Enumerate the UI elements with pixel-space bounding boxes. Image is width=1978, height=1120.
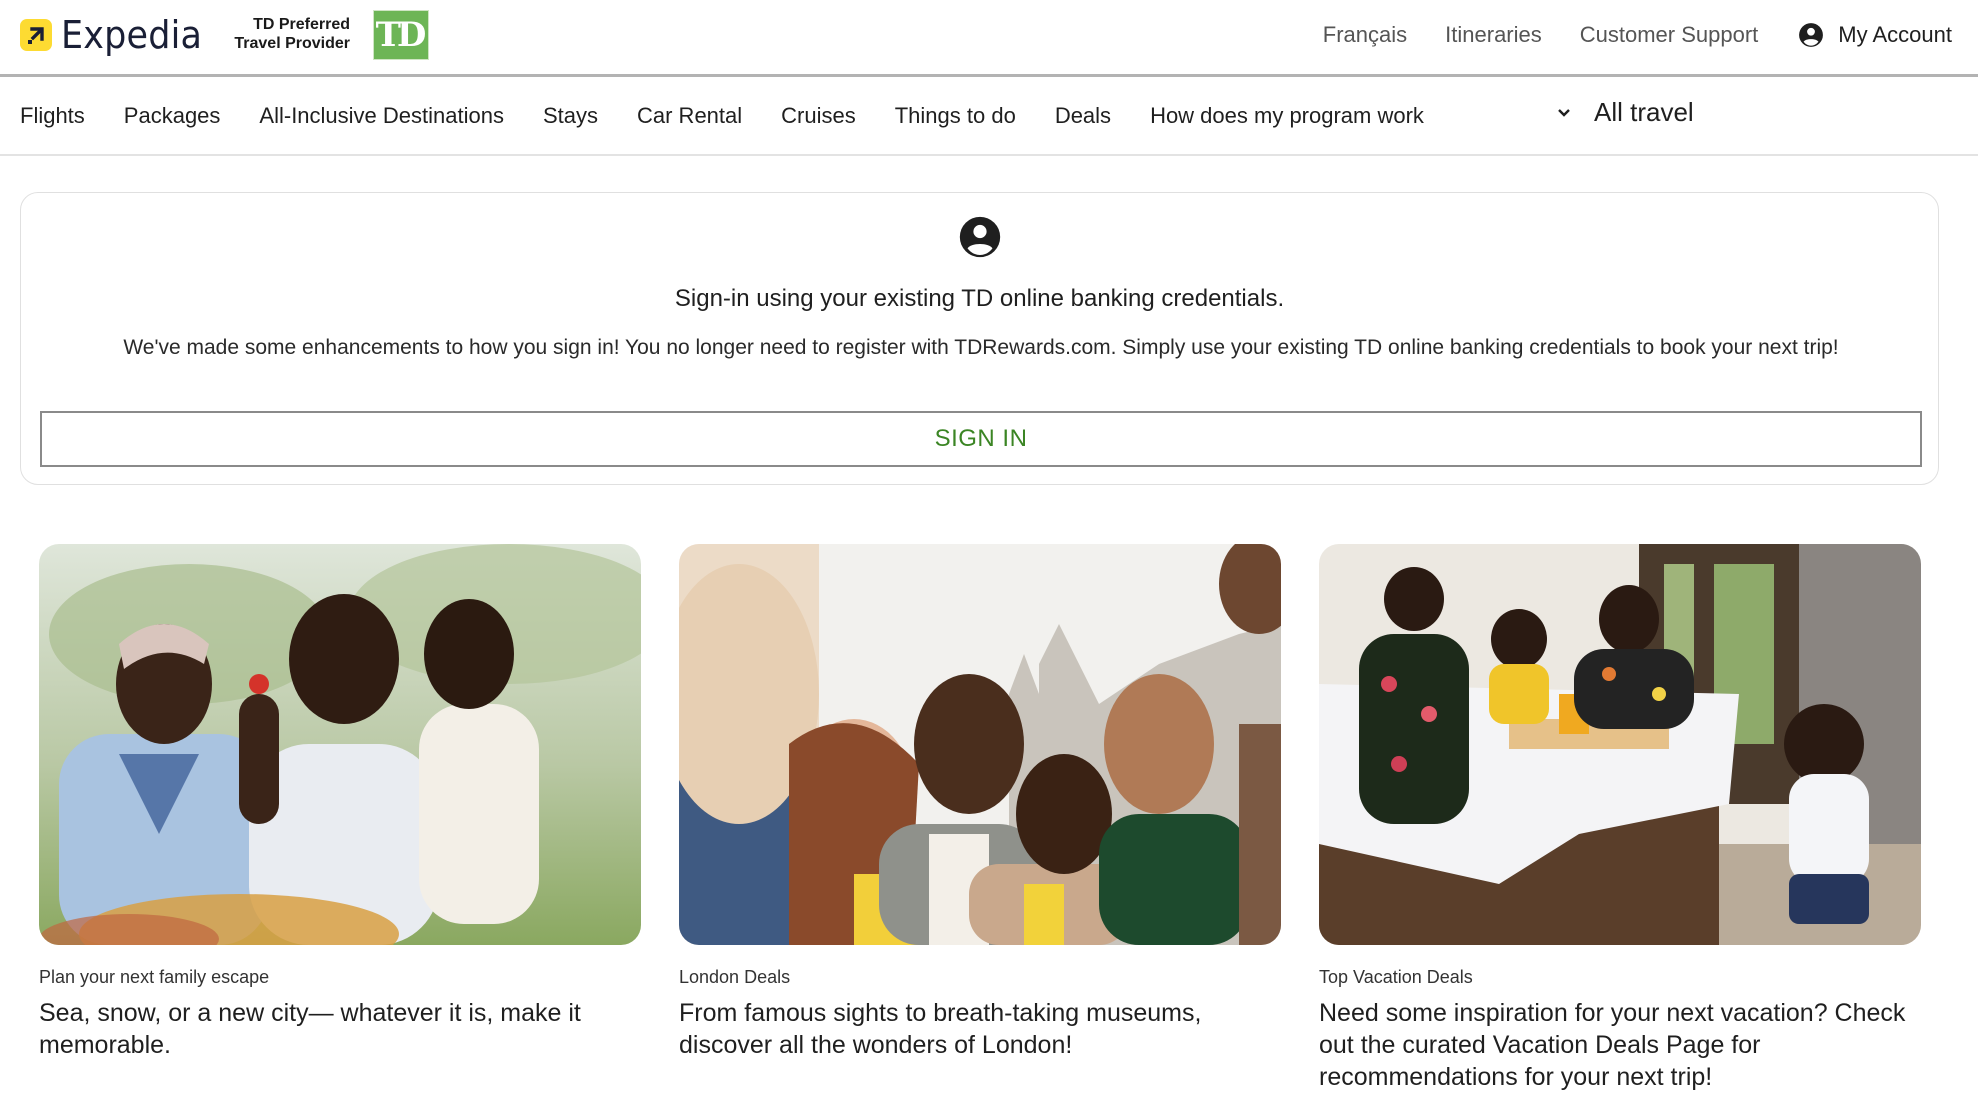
account-circle-icon	[959, 216, 1001, 258]
nav-things-to-do[interactable]: Things to do	[895, 101, 1016, 131]
td-logo: TD	[373, 10, 429, 60]
promo-card-london[interactable]: London Deals From famous sights to breat…	[679, 544, 1281, 1061]
my-account-label: My Account	[1838, 22, 1952, 47]
td-logo-text: TD	[375, 15, 427, 55]
nav-how-program-works[interactable]: How does my program work	[1150, 101, 1424, 131]
my-account-button[interactable]: My Account	[1798, 20, 1952, 50]
promo-headline[interactable]: Need some inspiration for your next vaca…	[1319, 997, 1921, 1093]
nav-flights[interactable]: Flights	[20, 101, 85, 131]
promo-image-family[interactable]	[39, 544, 641, 945]
chevron-down-icon	[1558, 108, 1570, 117]
sign-in-button[interactable]: SIGN IN	[40, 411, 1922, 467]
promo-image-london[interactable]	[679, 544, 1281, 945]
signin-title: Sign-in using your existing TD online ba…	[674, 285, 1285, 312]
signin-description: We've made some enhancements to how you …	[123, 336, 1839, 359]
promo-image-vacation[interactable]	[1319, 544, 1921, 945]
top-nav: Français Itineraries Customer Support My…	[1285, 20, 1952, 50]
promo-label: Top Vacation Deals	[1319, 967, 1473, 987]
nav-all-inclusive[interactable]: All-Inclusive Destinations	[259, 101, 504, 131]
nav-deals[interactable]: Deals	[1055, 101, 1111, 131]
main-nav: Flights Packages All-Inclusive Destinati…	[0, 77, 1978, 156]
partner-line-2: Travel Provider	[234, 35, 350, 52]
promo-headline[interactable]: Sea, snow, or a new city— whatever it is…	[39, 997, 641, 1061]
promo-card-vacation[interactable]: Top Vacation Deals Need some inspiration…	[1319, 544, 1921, 1093]
nav-packages[interactable]: Packages	[124, 101, 221, 131]
all-travel-label: All travel	[1594, 97, 1694, 127]
top-header: Expedia TD Preferred Travel Provider TD …	[0, 0, 1978, 77]
nav-cruises[interactable]: Cruises	[781, 101, 856, 131]
all-travel-dropdown[interactable]: All travel	[1556, 97, 1694, 128]
nav-car-rental[interactable]: Car Rental	[637, 101, 742, 131]
brand-name: Expedia	[61, 13, 203, 57]
expedia-arrow-icon	[20, 19, 52, 51]
promo-headline[interactable]: From famous sights to breath-taking muse…	[679, 997, 1281, 1061]
promo-label: Plan your next family escape	[39, 967, 270, 987]
partner-tagline: TD Preferred Travel Provider	[226, 15, 350, 53]
promo-label: London Deals	[679, 967, 791, 987]
signin-card: Sign-in using your existing TD online ba…	[20, 192, 1939, 485]
itineraries-link[interactable]: Itineraries	[1445, 20, 1542, 50]
account-circle-icon	[1799, 23, 1824, 47]
language-link[interactable]: Français	[1323, 20, 1407, 50]
promo-card-family[interactable]: Plan your next family escape Sea, snow, …	[39, 544, 641, 1061]
nav-stays[interactable]: Stays	[543, 101, 598, 131]
expedia-logo[interactable]: Expedia	[20, 13, 214, 57]
partner-line-1: TD Preferred	[253, 16, 350, 33]
customer-support-link[interactable]: Customer Support	[1580, 20, 1759, 50]
